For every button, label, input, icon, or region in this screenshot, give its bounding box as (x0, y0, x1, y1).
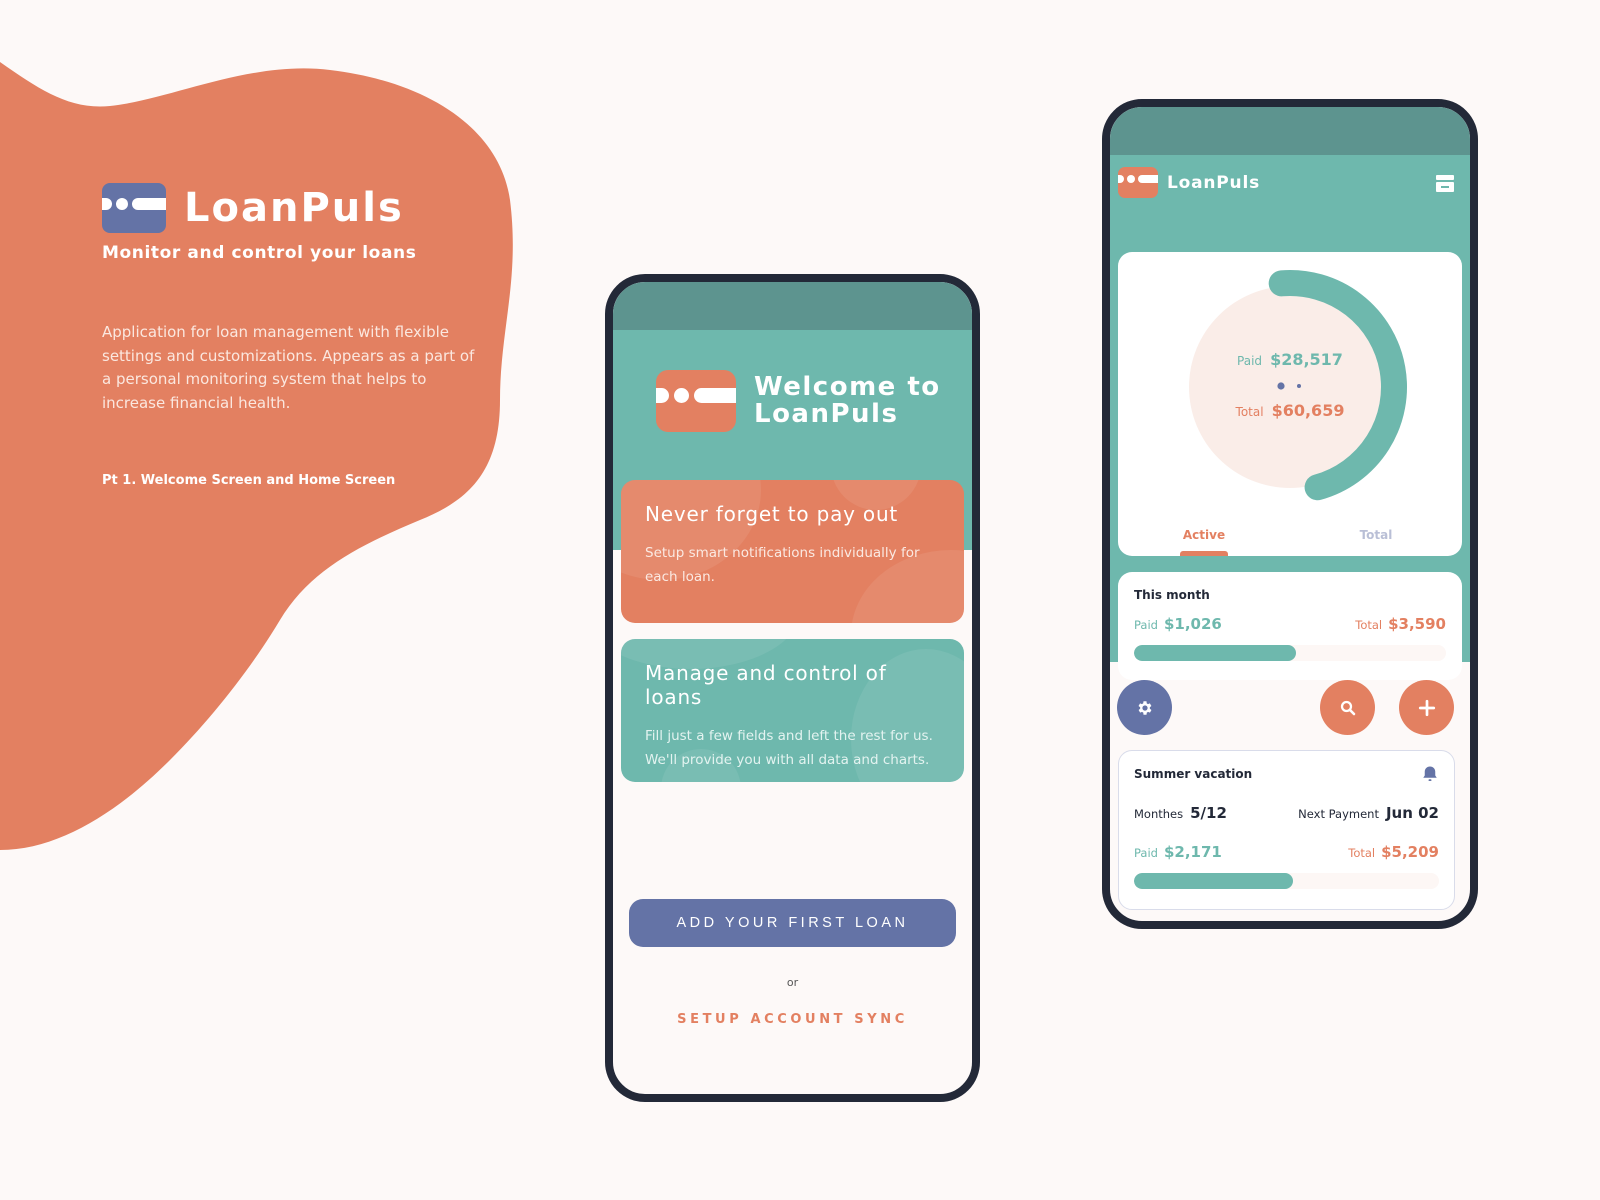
settings-button[interactable] (1117, 680, 1172, 735)
next-payment-label: Next Payment (1298, 807, 1379, 821)
pager-dot (1297, 384, 1301, 388)
add-first-loan-button[interactable]: ADD YOUR FIRST LOAN (629, 899, 956, 947)
brand-name: LoanPuls (184, 185, 404, 231)
feature-title: Never forget to pay out (645, 502, 899, 526)
progress-fill (1134, 645, 1297, 661)
setup-account-sync-button[interactable]: SETUP ACCOUNT SYNC (613, 1012, 972, 1027)
feature-text: Setup smart notifications individually f… (645, 545, 920, 585)
welcome-title-line1: Welcome to (754, 372, 941, 402)
plus-icon (1418, 699, 1435, 716)
loan-progress-bar (1134, 873, 1439, 889)
paid-value: $2,171 (1163, 843, 1222, 861)
loan-card[interactable]: Summer vacation Monthes 5/12 Next Payment… (1118, 750, 1455, 910)
search-icon (1340, 700, 1355, 715)
next-payment-value: Jun 02 (1385, 804, 1439, 822)
total-label: Total (1355, 618, 1383, 632)
total-label: Total (1348, 846, 1376, 860)
tab-active[interactable]: Active (1118, 528, 1290, 556)
card-logo-icon (102, 183, 166, 233)
tagline: Monitor and control your loans (102, 243, 417, 263)
home-phone: LoanPuls Paid $28,517 Total $60,659 Active (1102, 99, 1478, 929)
gear-icon (1138, 700, 1151, 715)
status-bar (613, 282, 972, 330)
summary-paid: Paid $28,517 (1118, 350, 1462, 369)
search-button[interactable] (1320, 680, 1375, 735)
paid-label: Paid (1134, 846, 1158, 860)
card-title: This month (1134, 588, 1210, 602)
month-progress-bar (1134, 645, 1446, 661)
summary-chart-card: Paid $28,517 Total $60,659 Active Total (1118, 252, 1462, 556)
feature-title: Manage and control of loans (645, 661, 887, 709)
welcome-title: Welcome to LoanPuls (754, 374, 941, 428)
progress-fill (1134, 873, 1293, 889)
description: Application for loan management with fle… (102, 323, 475, 412)
loan-title: Summer vacation (1134, 767, 1253, 781)
welcome-phone: Welcome to LoanPuls Never forget to pay … (605, 274, 980, 1102)
intro-section: LoanPuls Monitor and control your loans … (102, 183, 482, 488)
archive-menu-icon[interactable] (1436, 174, 1454, 193)
tab-label: Total (1359, 528, 1393, 542)
feature-card-notifications: Never forget to pay out Setup smart noti… (621, 480, 964, 623)
total-value: $60,659 (1271, 401, 1345, 420)
bell-icon[interactable] (1421, 765, 1439, 783)
feature-card-manage: Manage and control of loans Fill just a … (621, 639, 964, 782)
months-value: 5/12 (1190, 804, 1227, 822)
feature-text: Fill just a few fields and left the rest… (645, 728, 933, 768)
tab-total[interactable]: Total (1290, 528, 1462, 556)
tab-indicator (1180, 551, 1228, 556)
pager-dot-active (1277, 382, 1285, 390)
paid-value: $28,517 (1270, 350, 1343, 369)
add-loan-button[interactable] (1399, 680, 1454, 735)
app-bar: LoanPuls (1110, 155, 1470, 203)
paid-label: Paid (1237, 354, 1263, 368)
welcome-title-line2: LoanPuls (754, 399, 899, 429)
status-bar (1110, 107, 1470, 155)
card-logo-icon (656, 370, 736, 432)
home-header: LoanPuls Paid $28,517 Total $60,659 Active (1110, 155, 1470, 680)
app-title: LoanPuls (1167, 172, 1260, 193)
tab-label: Active (1182, 528, 1226, 542)
total-value: $3,590 (1388, 615, 1446, 633)
paid-label: Paid (1134, 618, 1158, 632)
total-label: Total (1235, 405, 1264, 419)
paid-value: $1,026 (1163, 615, 1222, 633)
card-logo-icon (1118, 167, 1158, 198)
tab-bar: Active Total (1118, 528, 1462, 556)
summary-total: Total $60,659 (1118, 401, 1462, 420)
donut-chart (1189, 270, 1407, 501)
total-value: $5,209 (1381, 843, 1439, 861)
months-label: Monthes (1134, 807, 1184, 821)
part-label: Pt 1. Welcome Screen and Home Screen (102, 473, 396, 488)
or-label: or (786, 976, 799, 989)
home-content: Summer vacation Monthes 5/12 Next Payment… (1110, 662, 1470, 921)
